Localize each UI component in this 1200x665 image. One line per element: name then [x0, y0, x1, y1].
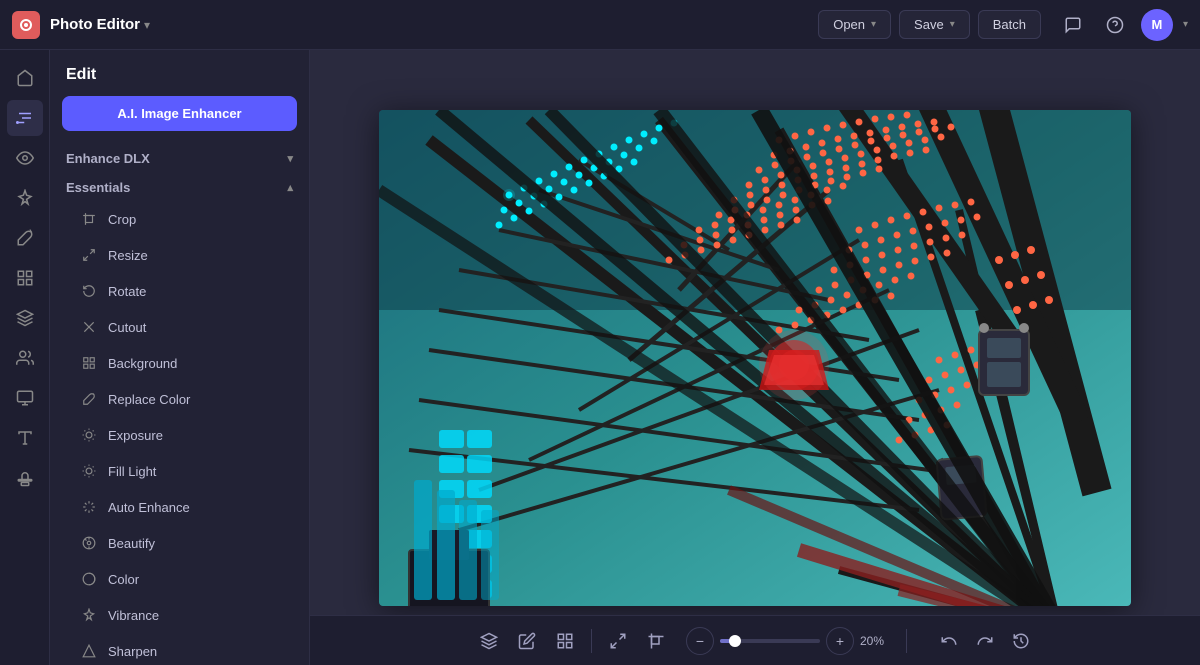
layers-toolbar-icon[interactable] — [473, 625, 505, 657]
bottom-right-controls — [933, 625, 1037, 657]
exposure-icon — [80, 426, 98, 444]
app-title: Photo Editor — [50, 16, 140, 33]
color-label: Color — [108, 572, 139, 587]
rail-home-icon[interactable] — [7, 60, 43, 96]
beautify-label: Beautify — [108, 536, 155, 551]
avatar[interactable]: M — [1141, 9, 1173, 41]
enhance-dlx-section[interactable]: Enhance DLX ▾ — [50, 143, 309, 172]
rail-brush-icon[interactable] — [7, 220, 43, 256]
vibrance-icon — [80, 606, 98, 624]
menu-item-background[interactable]: Background — [56, 345, 303, 381]
redo-button[interactable] — [969, 625, 1001, 657]
menu-item-crop[interactable]: Crop — [56, 201, 303, 237]
canvas-area[interactable]: /* dots generated below */ — [310, 50, 1200, 665]
bottom-toolbar: − + 20% — [310, 615, 1200, 665]
chat-button[interactable] — [1057, 9, 1089, 41]
main-area: Edit A.I. Image Enhancer Enhance DLX ▾ E… — [0, 50, 1200, 665]
toolbar-separator-1 — [591, 629, 592, 653]
open-button[interactable]: Open ▾ — [818, 10, 891, 39]
title-chevron[interactable]: ▾ — [144, 18, 150, 32]
auto-enhance-label: Auto Enhance — [108, 500, 190, 515]
zoom-in-button[interactable]: + — [826, 627, 854, 655]
crop-view-icon[interactable] — [640, 625, 672, 657]
rail-stamp-icon[interactable] — [7, 460, 43, 496]
rail-export-icon[interactable] — [7, 380, 43, 416]
zoom-out-button[interactable]: − — [686, 627, 714, 655]
rotate-label: Rotate — [108, 284, 146, 299]
fit-view-icon[interactable] — [602, 625, 634, 657]
rail-view-icon[interactable] — [7, 140, 43, 176]
color-icon — [80, 570, 98, 588]
ai-image-enhancer-button[interactable]: A.I. Image Enhancer — [62, 96, 297, 131]
rail-layout-icon[interactable] — [7, 260, 43, 296]
menu-item-rotate[interactable]: Rotate — [56, 273, 303, 309]
essentials-section[interactable]: Essentials ▴ — [50, 172, 309, 201]
enhance-dlx-chevron: ▾ — [287, 152, 293, 165]
history-button[interactable] — [1005, 625, 1037, 657]
fill-light-icon — [80, 462, 98, 480]
grid-toolbar-icon[interactable] — [549, 625, 581, 657]
rotate-icon — [80, 282, 98, 300]
resize-icon — [80, 246, 98, 264]
menu-item-fill-light[interactable]: Fill Light — [56, 453, 303, 489]
menu-item-sharpen[interactable]: Sharpen — [56, 633, 303, 665]
sidebar-title: Edit — [50, 50, 309, 92]
auto-enhance-icon — [80, 498, 98, 516]
zoom-slider[interactable] — [720, 639, 820, 643]
save-chevron: ▾ — [950, 19, 955, 30]
rail-effects-icon[interactable] — [7, 180, 43, 216]
zoom-slider-thumb[interactable] — [729, 635, 741, 647]
menu-item-resize[interactable]: Resize — [56, 237, 303, 273]
vibrance-label: Vibrance — [108, 608, 159, 623]
menu-item-beautify[interactable]: Beautify — [56, 525, 303, 561]
crop-icon — [80, 210, 98, 228]
sidebar: Edit A.I. Image Enhancer Enhance DLX ▾ E… — [50, 50, 310, 665]
menu-item-color[interactable]: Color — [56, 561, 303, 597]
icon-rail — [0, 50, 50, 665]
image-container: /* dots generated below */ — [379, 110, 1131, 606]
batch-button[interactable]: Batch — [978, 10, 1041, 39]
save-button[interactable]: Save ▾ — [899, 10, 970, 39]
topbar-right: M ▾ — [1041, 9, 1188, 41]
essentials-chevron: ▴ — [287, 181, 293, 194]
exposure-label: Exposure — [108, 428, 163, 443]
rail-people-icon[interactable] — [7, 340, 43, 376]
replace-color-label: Replace Color — [108, 392, 190, 407]
menu-item-replace-color[interactable]: Replace Color — [56, 381, 303, 417]
sharpen-label: Sharpen — [108, 644, 157, 659]
background-label: Background — [108, 356, 177, 371]
canvas-image: /* dots generated below */ — [379, 110, 1131, 606]
zoom-control: − + 20% — [686, 627, 896, 655]
app-logo — [12, 11, 40, 39]
menu-item-auto-enhance[interactable]: Auto Enhance — [56, 489, 303, 525]
rail-edit-icon[interactable] — [7, 100, 43, 136]
topbar-center: Open ▾ Save ▾ Batch — [818, 10, 1041, 39]
menu-item-cutout[interactable]: Cutout — [56, 309, 303, 345]
replace-color-icon — [80, 390, 98, 408]
toolbar-separator-2 — [906, 629, 907, 653]
edit-toolbar-icon[interactable] — [511, 625, 543, 657]
beautify-icon — [80, 534, 98, 552]
crop-label: Crop — [108, 212, 136, 227]
zoom-label: 20% — [860, 634, 896, 648]
topbar: Photo Editor ▾ Open ▾ Save ▾ Batch — [0, 0, 1200, 50]
cutout-icon — [80, 318, 98, 336]
rail-layers-icon[interactable] — [7, 300, 43, 336]
menu-item-exposure[interactable]: Exposure — [56, 417, 303, 453]
menu-item-vibrance[interactable]: Vibrance — [56, 597, 303, 633]
sharpen-icon — [80, 642, 98, 660]
background-icon — [80, 354, 98, 372]
rail-text-icon[interactable] — [7, 420, 43, 456]
avatar-chevron[interactable]: ▾ — [1183, 19, 1188, 30]
undo-button[interactable] — [933, 625, 965, 657]
help-button[interactable] — [1099, 9, 1131, 41]
resize-label: Resize — [108, 248, 148, 263]
open-chevron: ▾ — [871, 19, 876, 30]
cutout-label: Cutout — [108, 320, 146, 335]
fill-light-label: Fill Light — [108, 464, 156, 479]
